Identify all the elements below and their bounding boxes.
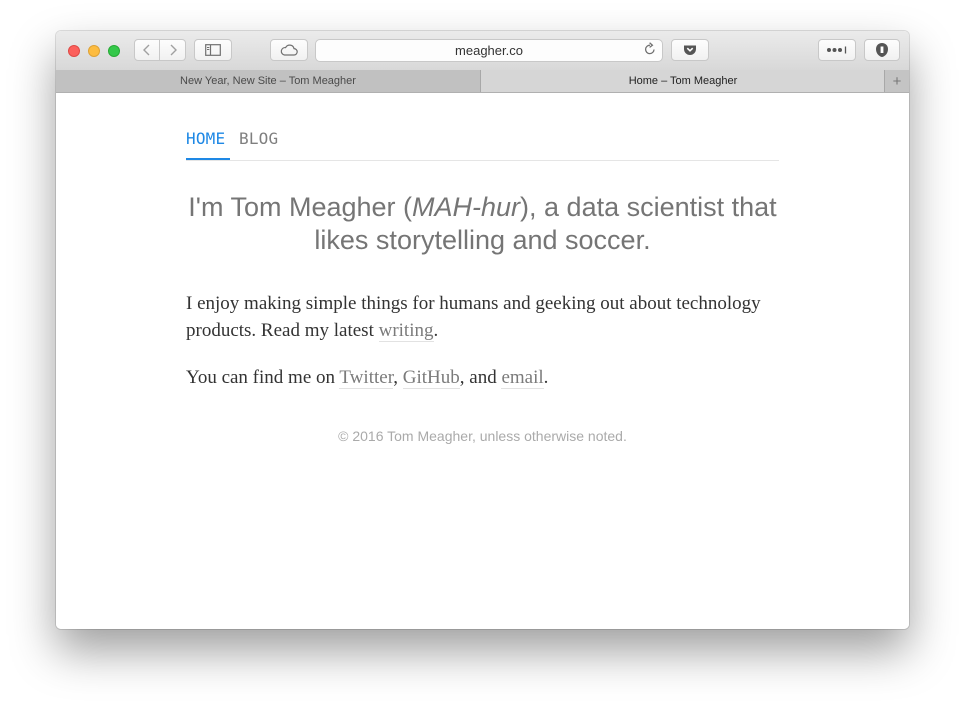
contact-text: You can find me on — [186, 367, 340, 388]
back-button[interactable] — [134, 39, 160, 61]
tab-title: New Year, New Site – Tom Meagher — [180, 75, 356, 87]
copyright-footer: © 2016 Tom Meagher, unless otherwise not… — [338, 428, 627, 444]
contact-separator: , and — [459, 367, 502, 388]
nav-blog-link[interactable]: BLOG — [239, 129, 278, 149]
contact-separator: , — [393, 367, 403, 388]
close-window-button[interactable] — [68, 45, 80, 57]
cloud-icon — [280, 44, 298, 56]
more-dots-icon — [827, 46, 847, 54]
tab-title: Home – Tom Meagher — [628, 75, 738, 87]
email-link[interactable]: email — [501, 367, 544, 389]
address-text: meagher.co — [455, 43, 523, 58]
writing-link[interactable]: writing — [378, 320, 434, 342]
tab-home[interactable]: Home – Tom Meagher — [481, 70, 885, 92]
page-content: HOME BLOG I'm Tom Meagher (MAH-hur), a d… — [56, 93, 909, 629]
pocket-icon — [684, 45, 696, 55]
site-nav: HOME BLOG — [186, 129, 779, 161]
nav-home-link[interactable]: HOME — [186, 129, 225, 149]
forward-button[interactable] — [160, 39, 186, 61]
plus-icon: + — [892, 72, 902, 90]
sidebar-icon — [205, 44, 221, 56]
extensions-menu-button[interactable] — [818, 39, 856, 61]
shield-icon — [876, 43, 888, 57]
sidebar-toggle-button[interactable] — [194, 39, 232, 61]
browser-toolbar: meagher.co — [56, 31, 909, 71]
pocket-button[interactable] — [671, 39, 709, 61]
history-nav — [134, 39, 186, 61]
intro-text: I enjoy making simple things for humans … — [186, 293, 761, 341]
browser-window: meagher.co New Year, New Site – Tom Meag… — [56, 31, 909, 629]
address-bar[interactable]: meagher.co — [315, 39, 663, 62]
icloud-tabs-button[interactable] — [270, 39, 308, 61]
zoom-window-button[interactable] — [108, 45, 120, 57]
tab-new-year-new-site[interactable]: New Year, New Site – Tom Meagher — [56, 70, 481, 92]
new-tab-button[interactable]: + — [884, 70, 909, 92]
chevron-right-icon — [170, 44, 177, 56]
headline-text-start: I'm Tom Meagher ( — [188, 192, 413, 222]
contact-end: . — [543, 367, 549, 388]
reload-icon[interactable] — [644, 41, 656, 62]
chevron-left-icon — [143, 44, 150, 56]
tab-bar: New Year, New Site – Tom Meagher Home – … — [56, 70, 909, 93]
intro-end: . — [433, 320, 439, 341]
minimize-window-button[interactable] — [88, 45, 100, 57]
extension-button[interactable] — [864, 39, 900, 61]
page-headline: I'm Tom Meagher (MAH-hur), a data scient… — [186, 191, 779, 257]
twitter-link[interactable]: Twitter — [339, 367, 394, 389]
github-link[interactable]: GitHub — [402, 367, 460, 389]
active-nav-indicator — [186, 158, 230, 160]
pronunciation: MAH-hur — [412, 192, 521, 222]
contact-paragraph: You can find me on Twitter, GitHub, and … — [186, 364, 779, 391]
intro-paragraph: I enjoy making simple things for humans … — [186, 290, 779, 344]
